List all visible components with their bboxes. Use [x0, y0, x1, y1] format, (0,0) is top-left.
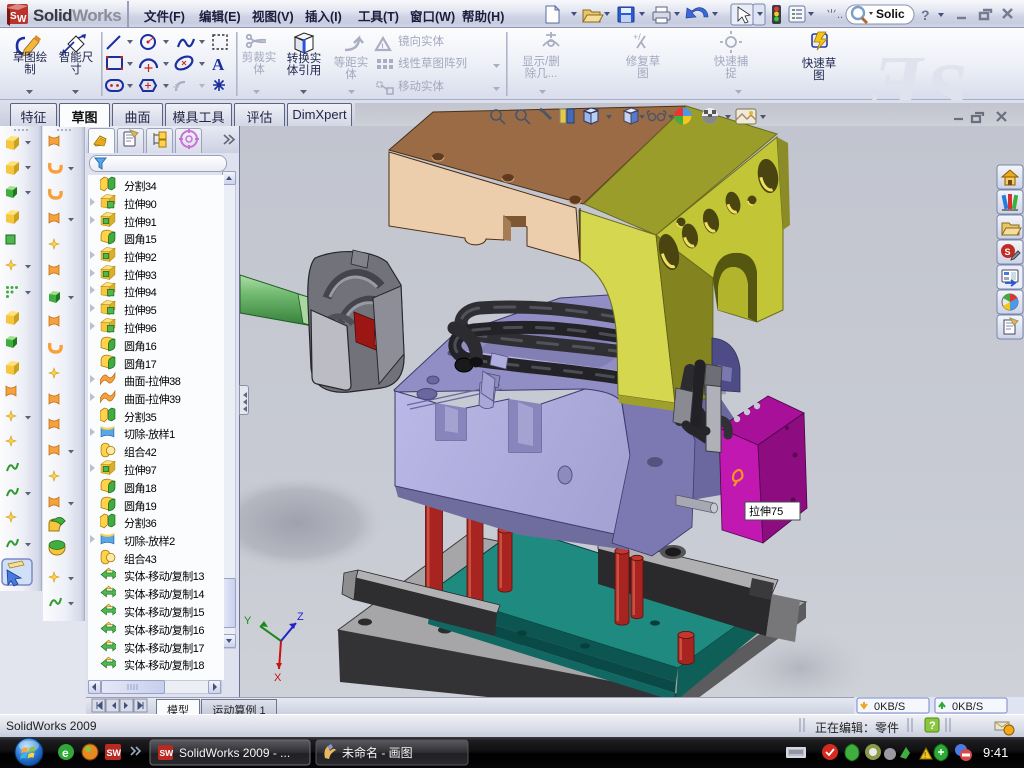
svg-text:S: S — [1005, 247, 1011, 257]
svg-text:SolidWorks 2009 - ...: SolidWorks 2009 - ... — [179, 746, 290, 760]
svg-text:拉伸75: 拉伸75 — [749, 504, 783, 518]
svg-text:SW: SW — [160, 748, 175, 758]
svg-text:Ǝ: Ǝ — [871, 41, 925, 100]
svg-text:0KB/S: 0KB/S — [874, 701, 905, 713]
svg-text:SolidWorks: SolidWorks — [33, 6, 121, 25]
svg-text:⺌..: ⺌.. — [826, 8, 843, 21]
svg-text:W: W — [17, 14, 27, 25]
svg-text:A: A — [212, 55, 225, 74]
svg-text:SW: SW — [107, 748, 122, 758]
svg-text:!: ! — [381, 42, 384, 52]
svg-text:未命名 - 画图: 未命名 - 画图 — [342, 745, 413, 760]
svg-text:9:41: 9:41 — [983, 745, 1008, 760]
svg-text:!: ! — [924, 751, 926, 760]
svg-text:0KB/S: 0KB/S — [952, 701, 983, 713]
svg-text:Y: Y — [244, 615, 252, 627]
svg-text:+/: +/ — [633, 32, 641, 42]
svg-text:e: e — [62, 746, 69, 760]
svg-text:?: ? — [929, 720, 936, 732]
svg-text:Solic: Solic — [876, 7, 905, 21]
svg-text:?: ? — [921, 7, 930, 23]
svg-text:X: X — [274, 672, 282, 684]
svg-text:S: S — [10, 11, 17, 22]
svg-text:S: S — [925, 49, 967, 100]
svg-text:Z: Z — [297, 611, 304, 623]
